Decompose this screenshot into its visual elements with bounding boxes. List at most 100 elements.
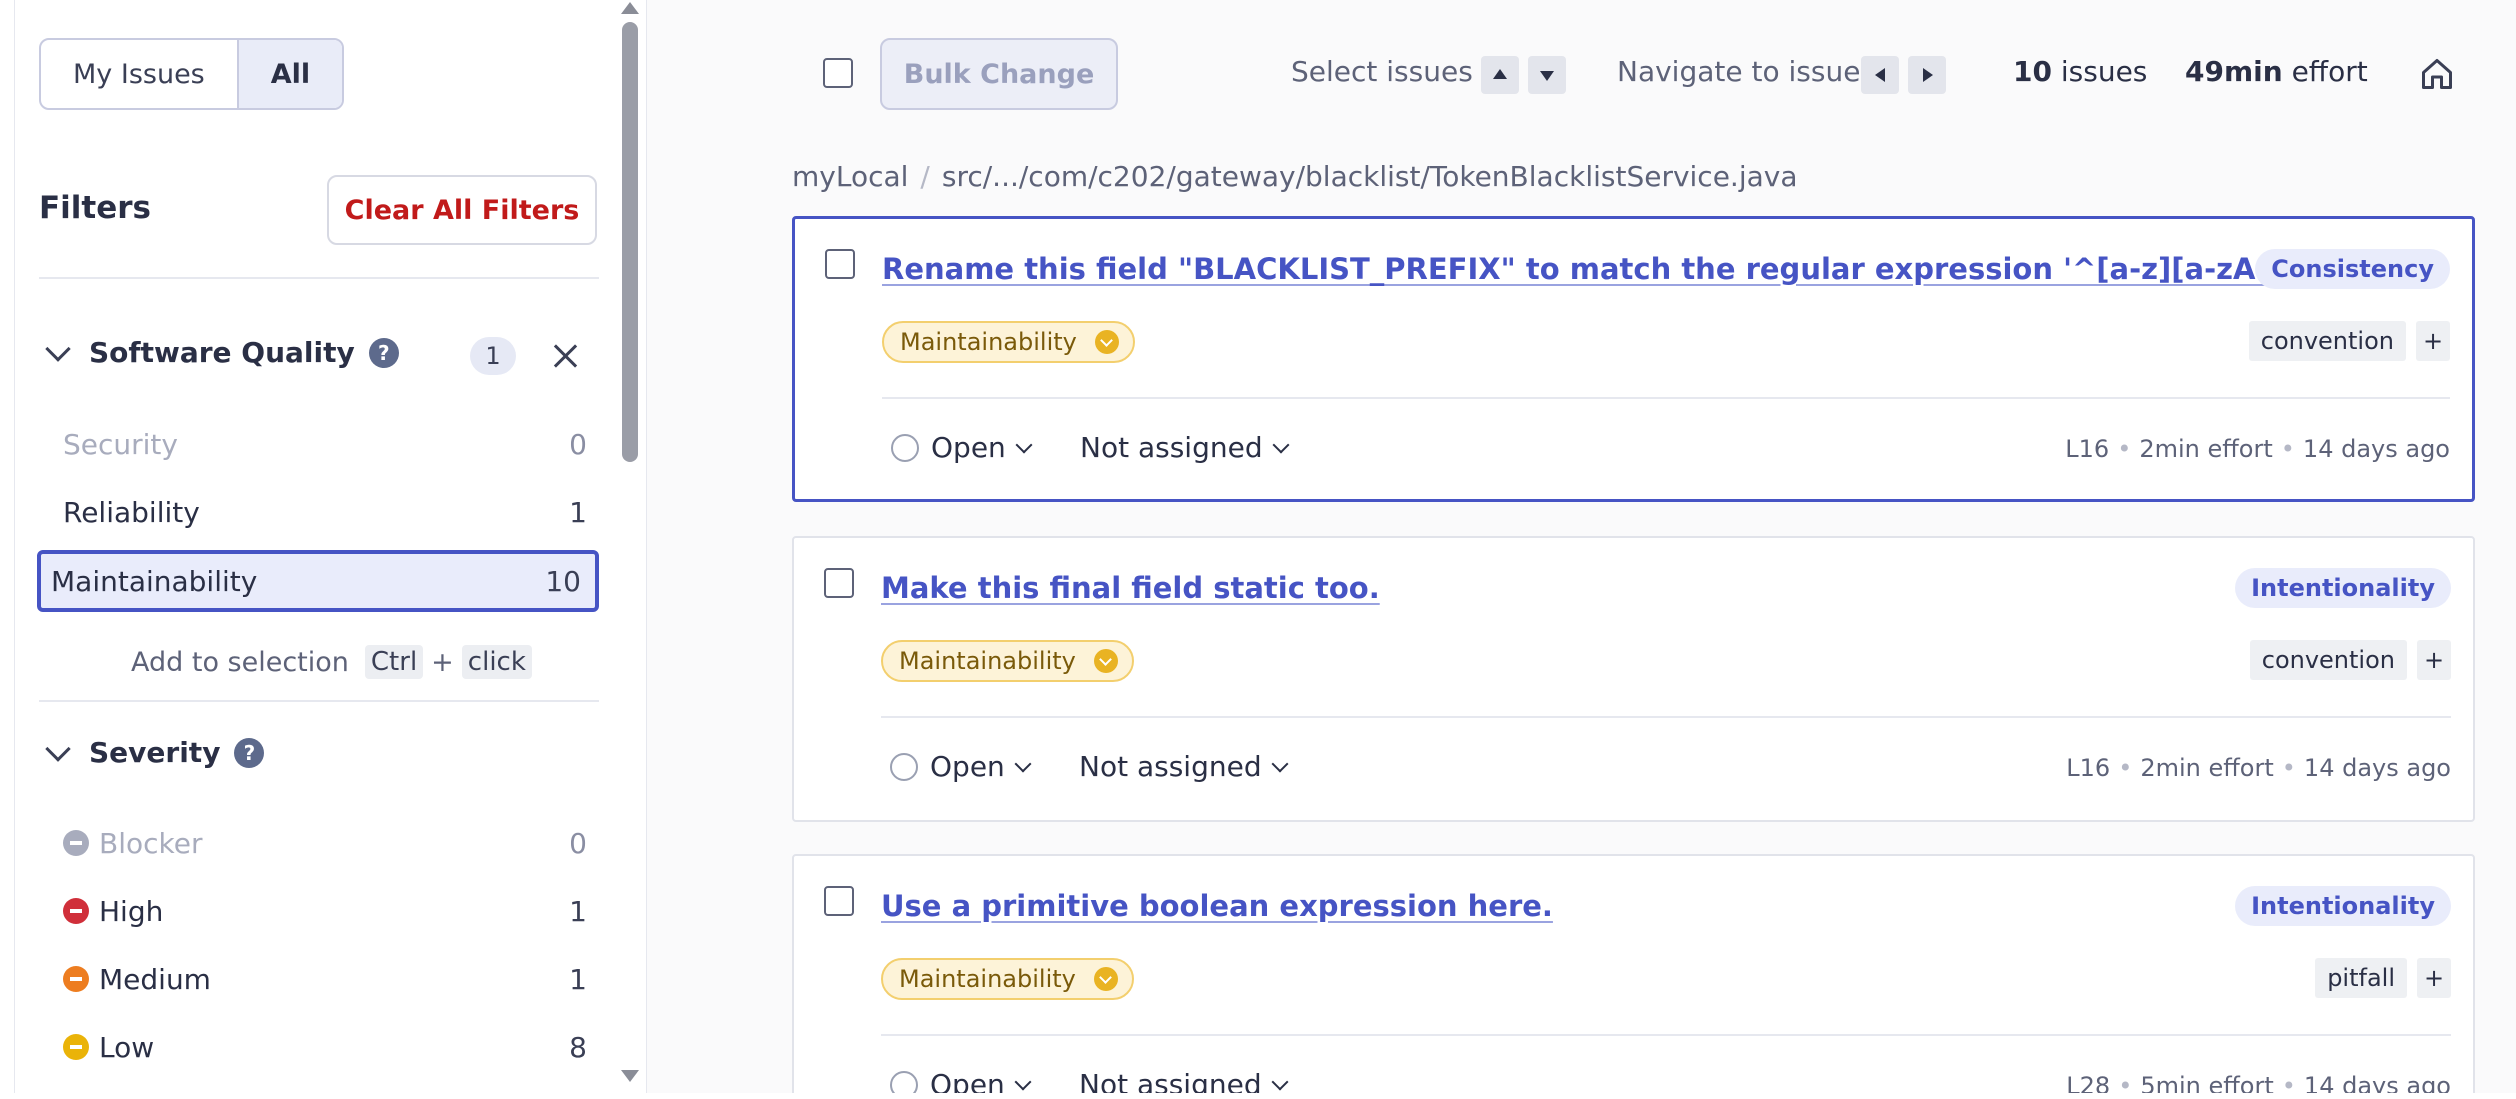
status-label: Open [930,1068,1005,1093]
bullet-separator: • [2281,754,2296,782]
breadcrumb: myLocal / src/.../com/c202/gateway/black… [792,160,1798,193]
bullet-separator: • [2117,435,2132,463]
facet-item-medium[interactable]: Medium 1 [51,951,599,1007]
selected-count-badge: 1 [470,337,516,375]
add-tag-button[interactable]: + [2416,321,2450,361]
facet-item-count: 10 [545,564,581,598]
clean-code-attribute-tag[interactable]: Intentionality [2235,886,2451,926]
issues-scope-toggle: My Issues All [39,38,345,110]
issue-line[interactable]: L16 [2065,435,2109,463]
open-status-icon [890,1070,918,1093]
bullet-separator: • [2118,754,2133,782]
issue-tag[interactable]: convention [2248,321,2406,361]
issue-card[interactable]: Use a primitive boolean expression here.… [792,854,2475,1093]
chevron-down-icon [45,735,71,762]
facet-item-security[interactable]: Security 0 [51,416,599,472]
add-tag-button[interactable]: + [2417,958,2451,998]
chevron-down-icon [1271,755,1289,772]
assignee-label: Not assigned [1080,431,1263,464]
issue-tag[interactable]: convention [2249,640,2407,680]
tab-my-issues[interactable]: My Issues [41,40,237,108]
facet-item-blocker[interactable]: Blocker 0 [51,815,599,871]
click-key: click [461,645,532,679]
severity-title: Severity [89,736,221,769]
clean-code-attribute-tag[interactable]: Intentionality [2235,568,2451,608]
issue-status-dropdown[interactable]: Open [890,1068,1032,1093]
facet-item-count: 1 [569,894,587,928]
quality-label: Maintainability [900,328,1077,356]
issue-line[interactable]: L28 [2066,1072,2110,1093]
facet-item-count: 1 [569,962,587,996]
issue-card[interactable]: Make this final field static too. Intent… [792,536,2475,822]
issue-meta: L28 • 5min effort • 14 days ago [2066,1072,2451,1093]
issues-count: 10 issues [2013,55,2147,88]
assignee-dropdown[interactable]: Not assigned [1080,431,1290,464]
effort-label: effort [2291,55,2368,88]
facet-item-reliability[interactable]: Reliability 1 [51,484,599,540]
facet-item-label: High [99,894,164,928]
software-quality-pill[interactable]: Maintainability [881,958,1134,1000]
facet-item-low[interactable]: Low 8 [51,1019,599,1075]
ctrl-key: Ctrl [364,645,424,679]
issue-title-link[interactable]: Make this final field static too. [881,571,1380,605]
issues-count-value: 10 [2013,55,2052,88]
software-quality-pill[interactable]: Maintainability [882,321,1135,363]
arrow-right-key-icon [1908,56,1946,94]
facet-item-maintainability[interactable]: Maintainability 10 [37,550,599,612]
issue-meta: L16 • 2min effort • 14 days ago [2065,435,2450,463]
issue-tag[interactable]: pitfall [2315,958,2407,998]
scrollbar-thumb[interactable] [622,22,638,462]
bullet-separator: • [2281,1072,2296,1093]
breadcrumb-project[interactable]: myLocal [792,160,908,193]
facet-item-count: 1 [569,495,587,529]
add-tag-button[interactable]: + [2417,640,2451,680]
help-icon[interactable]: ? [234,737,265,768]
home-icon[interactable] [2419,56,2455,92]
open-status-icon [891,433,919,462]
issue-checkbox[interactable] [824,568,854,598]
clear-facet-icon[interactable] [550,341,580,371]
filters-title: Filters [39,190,152,226]
clean-code-attribute-tag[interactable]: Consistency [2255,249,2450,289]
facet-item-label: Reliability [63,495,200,529]
issue-title-link[interactable]: Use a primitive boolean expression here. [881,889,1553,923]
severity-facet-toggle[interactable]: Severity ? [39,735,265,769]
issue-status-dropdown[interactable]: Open [890,750,1032,783]
facet-item-label: Medium [99,962,211,996]
issue-title-link[interactable]: Rename this field "BLACKLIST_PREFIX" to … [882,252,2409,286]
assignee-label: Not assigned [1079,1068,1262,1093]
chevron-down-icon [1015,436,1033,453]
assignee-dropdown[interactable]: Not assigned [1079,750,1289,783]
issue-checkbox[interactable] [824,886,854,916]
issue-card[interactable]: Rename this field "BLACKLIST_PREFIX" to … [792,216,2475,502]
software-quality-facet-toggle[interactable]: Software Quality ? [39,335,399,369]
facet-item-high[interactable]: High 1 [51,883,599,939]
scroll-down-arrow-icon[interactable] [621,1070,639,1082]
facet-item-label: Maintainability [51,564,258,598]
tab-all[interactable]: All [236,40,343,108]
help-icon[interactable]: ? [368,337,399,368]
quality-label: Maintainability [899,647,1076,675]
issue-meta: L16 • 2min effort • 14 days ago [2066,754,2451,782]
breadcrumb-file-path[interactable]: src/.../com/c202/gateway/blacklist/Token… [942,160,1798,193]
facet-item-count: 0 [569,427,587,461]
facet-item-label: Blocker [99,826,203,860]
software-quality-title: Software Quality [89,336,355,369]
assignee-dropdown[interactable]: Not assigned [1079,1068,1289,1093]
medium-severity-icon [63,966,89,992]
facet-item-label: Security [63,427,178,461]
low-severity-icon [1094,330,1119,354]
issue-checkbox[interactable] [825,249,855,279]
issue-status-dropdown[interactable]: Open [891,431,1033,464]
chevron-down-icon [45,335,71,362]
issue-line[interactable]: L16 [2066,754,2110,782]
chevron-down-icon [1014,755,1032,772]
scroll-up-arrow-icon[interactable] [621,2,639,14]
bulk-change-button[interactable]: Bulk Change [880,38,1118,110]
software-quality-pill[interactable]: Maintainability [881,640,1134,682]
chevron-down-icon [1271,1073,1289,1090]
select-all-checkbox[interactable] [823,58,853,88]
clear-all-filters-button[interactable]: Clear All Filters [327,175,597,245]
total-effort: 49min effort [2185,55,2368,88]
assignee-label: Not assigned [1079,750,1262,783]
